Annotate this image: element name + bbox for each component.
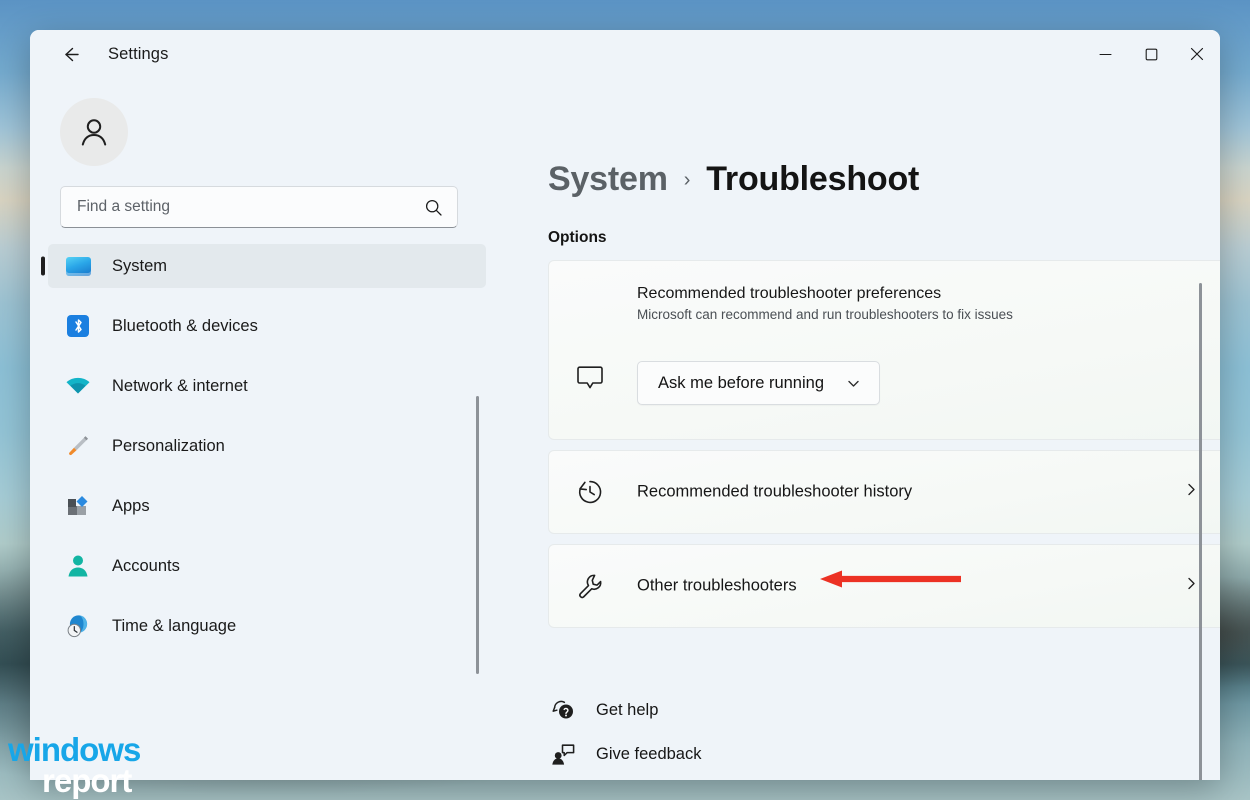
sidebar-item-label: Accounts	[112, 557, 180, 576]
card-title: Recommended troubleshooter preferences	[637, 285, 1013, 303]
sidebar-item-label: Time & language	[112, 617, 236, 636]
card-title: Recommended troubleshooter history	[637, 483, 912, 502]
sidebar: System Bluetooth & devices	[30, 78, 500, 780]
card-recommended-history[interactable]: Recommended troubleshooter history	[548, 450, 1220, 534]
maximize-button[interactable]	[1128, 30, 1174, 78]
history-icon	[573, 475, 607, 509]
app-title: Settings	[108, 45, 168, 64]
sidebar-item-label: Personalization	[112, 437, 225, 456]
clock-globe-icon	[64, 612, 92, 640]
page-title: Troubleshoot	[706, 160, 919, 199]
account-icon	[64, 552, 92, 580]
card-recommended-preferences[interactable]: Recommended troubleshooter preferences M…	[548, 260, 1220, 440]
person-icon	[76, 114, 112, 150]
sidebar-scrollbar[interactable]	[476, 396, 479, 674]
card-other-troubleshooters[interactable]: Other troubleshooters	[548, 544, 1220, 628]
minimize-icon	[1099, 48, 1112, 61]
chevron-down-icon	[846, 376, 861, 391]
prefs-text-block: Recommended troubleshooter preferences M…	[637, 285, 1013, 322]
wrench-icon	[573, 569, 607, 603]
breadcrumb-parent[interactable]: System	[548, 160, 668, 199]
link-get-help[interactable]: Get help	[548, 688, 1048, 732]
apps-icon	[64, 492, 92, 520]
link-give-feedback[interactable]: Give feedback	[548, 732, 1048, 776]
section-label: Options	[548, 229, 1220, 247]
settings-window: Settings	[30, 30, 1220, 780]
chevron-right-icon[interactable]	[1183, 576, 1199, 597]
maximize-icon	[1145, 48, 1158, 61]
close-icon	[1190, 47, 1204, 61]
sidebar-item-label: System	[112, 257, 167, 276]
monitor-icon	[64, 252, 92, 280]
sidebar-item-network-internet[interactable]: Network & internet	[48, 364, 486, 408]
breadcrumb: System › Troubleshoot	[548, 160, 1220, 199]
search-box[interactable]	[60, 186, 458, 228]
minimize-button[interactable]	[1082, 30, 1128, 78]
breadcrumb-separator-icon: ›	[684, 169, 690, 192]
arrow-left-icon	[60, 44, 81, 65]
sidebar-item-personalization[interactable]: Personalization	[48, 424, 486, 468]
sidebar-item-bluetooth-devices[interactable]: Bluetooth & devices	[48, 304, 486, 348]
card-subtitle: Microsoft can recommend and run troubles…	[637, 307, 1013, 322]
sidebar-nav-list: System Bluetooth & devices	[30, 244, 500, 764]
main-content: System › Troubleshoot Options Recommende…	[500, 78, 1220, 780]
paintbrush-icon	[64, 432, 92, 460]
speech-bubble-icon	[573, 361, 607, 395]
help-icon	[548, 695, 578, 725]
account-row[interactable]	[30, 80, 500, 170]
window-body: System Bluetooth & devices	[30, 78, 1220, 780]
search-icon[interactable]	[424, 198, 443, 217]
sidebar-item-accounts[interactable]: Accounts	[48, 544, 486, 588]
bluetooth-icon	[64, 312, 92, 340]
search-input[interactable]	[77, 198, 424, 216]
card-title: Other troubleshooters	[637, 577, 797, 596]
wifi-icon	[64, 372, 92, 400]
sidebar-item-apps[interactable]: Apps	[48, 484, 486, 528]
main-scrollbar[interactable]	[1199, 283, 1202, 780]
link-label: Give feedback	[596, 745, 701, 764]
bottom-links: Get help Give feedback	[548, 688, 1048, 776]
link-label: Get help	[596, 701, 658, 720]
close-button[interactable]	[1174, 30, 1220, 78]
sidebar-item-time-language[interactable]: Time & language	[48, 604, 486, 648]
sidebar-item-label: Apps	[112, 497, 150, 516]
sidebar-item-label: Network & internet	[112, 377, 248, 396]
avatar	[60, 98, 128, 166]
window-controls	[1082, 30, 1220, 78]
sidebar-item-label: Bluetooth & devices	[112, 317, 258, 336]
account-name-redacted	[156, 109, 364, 155]
dropdown-selected-value: Ask me before running	[658, 374, 824, 393]
chevron-right-icon[interactable]	[1183, 482, 1199, 503]
back-button[interactable]	[52, 36, 88, 72]
feedback-icon	[548, 739, 578, 769]
recommended-preferences-dropdown[interactable]: Ask me before running	[637, 361, 880, 405]
sidebar-item-system[interactable]: System	[48, 244, 486, 288]
title-bar: Settings	[30, 30, 1220, 78]
